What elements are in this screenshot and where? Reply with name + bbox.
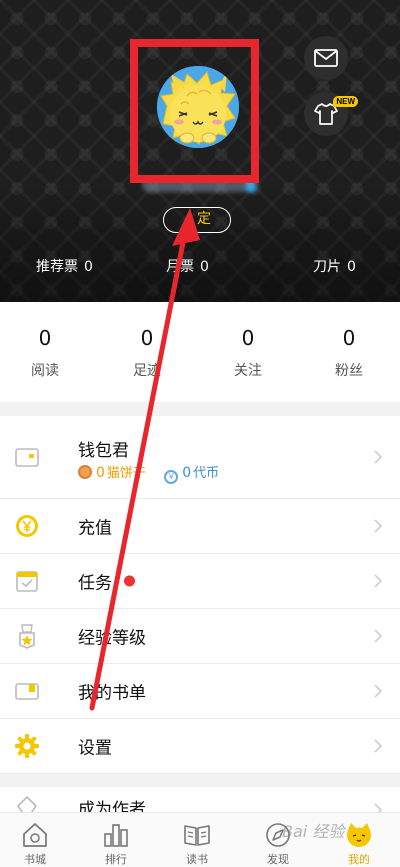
wallet-balances: 0 猫饼干 ￥ 0 代币	[78, 462, 219, 484]
token-value: 0	[182, 465, 192, 481]
count-value: 0	[241, 326, 255, 350]
menu-item-label: 经验等级	[78, 628, 146, 649]
count-followers[interactable]: 0 粉丝	[299, 324, 399, 380]
menu-item-recharge[interactable]: 充值	[0, 499, 400, 554]
token-label: 代币	[193, 466, 220, 481]
profile-header: 定 NEW 推荐票 0 月票 0 刀片 0	[0, 0, 400, 302]
chevron-right-icon	[374, 629, 382, 643]
count-following[interactable]: 0 关注	[198, 324, 298, 380]
menu-item-label: 充值	[78, 518, 112, 539]
menu-item-tasks[interactable]: 任务	[0, 554, 400, 609]
menu-item-label: 我的书单	[78, 683, 146, 704]
costume-shop-button[interactable]: NEW	[304, 92, 358, 136]
stat-value: 0	[200, 259, 209, 275]
menu-item-wallet[interactable]: 钱包君 0 猫饼干 ￥ 0 代币	[0, 416, 400, 499]
bind-button-label: 定	[197, 211, 211, 227]
cat-cookie-label: 猫饼干	[106, 466, 146, 481]
gear-icon	[15, 734, 39, 758]
yen-coin-icon	[16, 515, 38, 537]
medal-icon	[19, 624, 35, 649]
book-open-icon	[184, 825, 210, 846]
social-counts: 0 阅读 0 足迹 0 关注 0 粉丝	[0, 302, 400, 402]
menu-item-booklist[interactable]: 我的书单	[0, 664, 400, 719]
stat-value: 0	[347, 259, 356, 275]
username-redacted	[142, 178, 256, 192]
messages-button[interactable]	[304, 36, 348, 80]
stat-label: 刀片	[313, 259, 341, 275]
home-icon	[23, 823, 47, 847]
chevron-right-icon	[374, 739, 382, 753]
tab-ranking[interactable]: 排行	[76, 813, 156, 867]
bind-account-button[interactable]: 定	[163, 207, 231, 233]
count-value: 0	[342, 326, 356, 350]
menu-item-label: 任务	[78, 573, 112, 594]
count-label: 足迹	[133, 363, 161, 379]
tab-label: 读书	[186, 853, 208, 866]
chevron-right-icon	[374, 519, 382, 533]
notification-dot	[124, 575, 135, 587]
tab-label: 我的	[348, 853, 370, 866]
ranking-icon	[104, 824, 128, 847]
chevron-right-icon	[374, 574, 382, 588]
token-icon: ￥	[164, 470, 179, 484]
stat-value: 0	[84, 259, 93, 275]
calendar-check-icon	[16, 571, 38, 592]
count-label: 关注	[234, 363, 262, 379]
wallet-title: 钱包君	[78, 441, 129, 461]
wallet-icon	[15, 448, 39, 467]
tab-label: 发现	[267, 853, 289, 866]
tab-label: 书城	[24, 853, 46, 866]
count-label: 阅读	[31, 363, 59, 379]
stat-label: 推荐票	[36, 259, 78, 275]
tab-reading[interactable]: 读书	[157, 813, 237, 867]
chevron-right-icon	[374, 684, 382, 698]
count-label: 粉丝	[335, 363, 363, 379]
count-reading[interactable]: 0 阅读	[0, 324, 95, 380]
new-badge: NEW	[333, 96, 358, 107]
menu-item-settings[interactable]: 设置	[0, 719, 400, 774]
monthly-ticket-stat[interactable]: 月票 0	[166, 256, 209, 276]
count-footprints[interactable]: 0 足迹	[97, 324, 197, 380]
cat-avatar-icon	[347, 823, 371, 847]
count-value: 0	[140, 326, 154, 350]
cat-cookie-value: 0	[96, 465, 105, 481]
recommend-ticket-stat[interactable]: 推荐票 0	[36, 256, 93, 276]
stat-label: 月票	[166, 259, 194, 275]
menu-item-label: 设置	[78, 738, 112, 759]
book-list-icon	[15, 683, 39, 700]
ticket-stats: 推荐票 0 月票 0 刀片 0	[0, 256, 400, 276]
tab-label: 排行	[105, 853, 127, 866]
envelope-icon	[314, 49, 338, 67]
menu-list: 钱包君 0 猫饼干 ￥ 0 代币 充值 任务 经验等级 我的书单 设置	[0, 416, 400, 774]
blade-stat[interactable]: 刀片 0	[313, 256, 356, 276]
chevron-right-icon	[374, 450, 382, 464]
cat-cookie-icon	[78, 465, 92, 479]
menu-item-level[interactable]: 经验等级	[0, 609, 400, 664]
user-avatar[interactable]	[157, 66, 239, 148]
cat-avatar-icon	[157, 66, 239, 148]
tab-bookstore[interactable]: 书城	[0, 813, 75, 867]
count-value: 0	[38, 326, 52, 350]
watermark: Bai 经验	[282, 822, 345, 841]
